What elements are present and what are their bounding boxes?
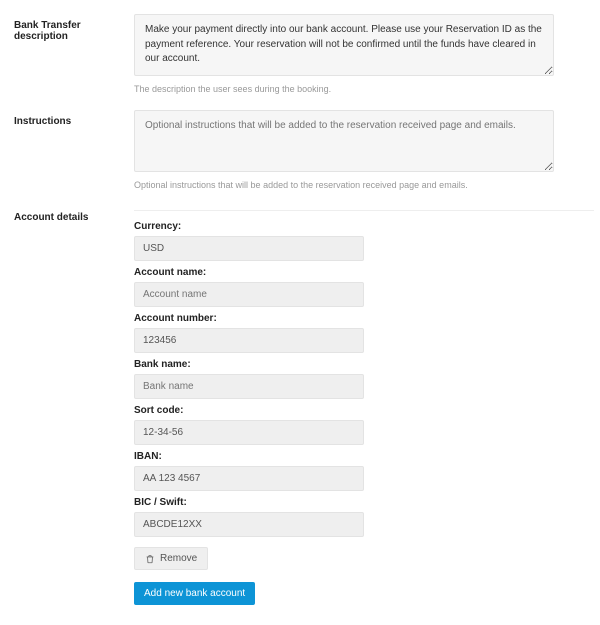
description-textarea[interactable]: Make your payment directly into our bank… — [134, 14, 554, 76]
account-number-input[interactable] — [134, 328, 364, 353]
remove-button-label: Remove — [160, 553, 197, 564]
bank-name-label: Bank name: — [134, 359, 578, 370]
currency-label: Currency: — [134, 221, 578, 232]
instructions-label: Instructions — [14, 110, 134, 127]
account-details-label: Account details — [14, 206, 134, 223]
description-label: Bank Transfer description — [14, 14, 134, 42]
iban-label: IBAN: — [134, 451, 578, 462]
instructions-hint: Optional instructions that will be added… — [134, 180, 578, 190]
account-number-label: Account number: — [134, 313, 578, 324]
instructions-textarea[interactable] — [134, 110, 554, 172]
remove-button[interactable]: Remove — [134, 547, 208, 570]
account-name-input[interactable] — [134, 282, 364, 307]
section-divider — [134, 210, 594, 211]
account-name-label: Account name: — [134, 267, 578, 278]
add-bank-account-button[interactable]: Add new bank account — [134, 582, 255, 605]
bic-swift-input[interactable] — [134, 512, 364, 537]
sort-code-label: Sort code: — [134, 405, 578, 416]
bic-swift-label: BIC / Swift: — [134, 497, 578, 508]
description-hint: The description the user sees during the… — [134, 84, 578, 94]
bank-name-input[interactable] — [134, 374, 364, 399]
trash-icon — [145, 554, 155, 564]
iban-input[interactable] — [134, 466, 364, 491]
currency-input[interactable] — [134, 236, 364, 261]
sort-code-input[interactable] — [134, 420, 364, 445]
